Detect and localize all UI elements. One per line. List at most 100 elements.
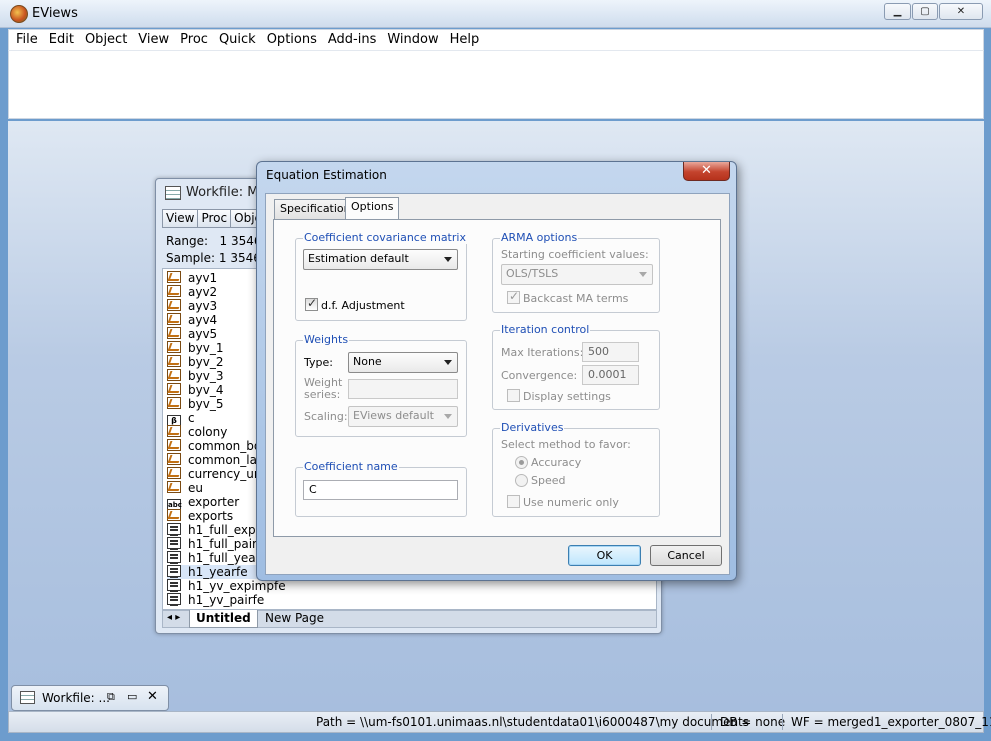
starting-values-select[interactable]: OLS/TSLS bbox=[501, 264, 653, 285]
series-icon bbox=[167, 481, 181, 493]
list-item[interactable]: h1_yv_expimpfe bbox=[167, 579, 467, 593]
weights-group: Weights Type: None Weight series: Scalin… bbox=[295, 333, 467, 437]
dialog-close-button[interactable]: ✕ bbox=[683, 162, 730, 181]
equation-icon bbox=[167, 551, 181, 564]
range-label: Range: bbox=[166, 234, 209, 248]
menu-edit[interactable]: Edit bbox=[45, 30, 78, 49]
series-icon bbox=[167, 397, 181, 409]
restore-button[interactable]: ⧉ bbox=[107, 690, 115, 704]
tab-scroll-arrows[interactable]: ◂ ▸ bbox=[167, 612, 180, 623]
menu-object[interactable]: Object bbox=[81, 30, 131, 49]
list-item-label: ayv4 bbox=[188, 313, 218, 327]
accuracy-label: Accuracy bbox=[531, 456, 582, 469]
accuracy-radio[interactable] bbox=[515, 456, 528, 469]
menu-window[interactable]: Window bbox=[383, 30, 442, 49]
list-item-label: colony bbox=[188, 425, 228, 439]
dialog-title: Equation Estimation bbox=[266, 168, 387, 182]
close-button[interactable]: ✕ bbox=[939, 3, 983, 20]
chevron-down-icon bbox=[444, 360, 452, 365]
command-window[interactable] bbox=[8, 50, 984, 119]
menu-file[interactable]: File bbox=[12, 30, 42, 49]
series-icon bbox=[167, 299, 181, 311]
menu-view[interactable]: View bbox=[134, 30, 173, 49]
list-item-label: exporter bbox=[188, 495, 240, 509]
workfile-icon bbox=[165, 186, 181, 200]
list-item-label: h1_full_year bbox=[188, 551, 261, 565]
menu-proc[interactable]: Proc bbox=[176, 30, 212, 49]
app-title-bar[interactable]: EViews ▁ ▢ ✕ bbox=[0, 0, 991, 28]
starting-values-label: Starting coefficient values: bbox=[501, 248, 649, 261]
series-icon bbox=[167, 467, 181, 479]
equation-icon bbox=[167, 565, 181, 578]
weights-type-select[interactable]: None bbox=[348, 352, 458, 373]
menu-options[interactable]: Options bbox=[263, 30, 321, 49]
equation-icon bbox=[167, 593, 181, 606]
covariance-method-select[interactable]: Estimation default bbox=[303, 249, 458, 270]
weight-series-input[interactable] bbox=[348, 379, 458, 399]
minimized-title: Workfile: ... bbox=[42, 691, 110, 705]
minimize-button[interactable]: ▁ bbox=[884, 3, 911, 20]
list-item[interactable]: h1_yearfe bbox=[167, 565, 257, 579]
max-iterations-input[interactable]: 500 bbox=[582, 342, 639, 362]
tab-new-page[interactable]: New Page bbox=[259, 611, 330, 627]
scaling-select[interactable]: EViews default bbox=[348, 406, 458, 427]
list-item-label: h1_yearfe bbox=[188, 565, 248, 579]
workfile-view-button[interactable]: View bbox=[162, 209, 199, 228]
list-item-label: eu bbox=[188, 481, 203, 495]
series-icon bbox=[167, 313, 181, 325]
list-item-label: c bbox=[188, 411, 195, 425]
sample-value[interactable]: 1 3546 bbox=[219, 251, 261, 265]
close-button[interactable]: ✕ bbox=[147, 689, 158, 704]
series-icon bbox=[167, 439, 181, 451]
cancel-button[interactable]: Cancel bbox=[650, 545, 722, 566]
menu-help[interactable]: Help bbox=[446, 30, 484, 49]
scaling-label: Scaling: bbox=[304, 410, 348, 423]
equation-icon bbox=[167, 523, 181, 536]
list-item-label: h1_full_pair bbox=[188, 537, 257, 551]
status-path: Path = \\um-fs0101.unimaas.nl\studentdat… bbox=[316, 715, 750, 729]
derivatives-select-label: Select method to favor: bbox=[501, 438, 631, 451]
numeric-only-label: Use numeric only bbox=[523, 496, 619, 509]
list-item-label: common_bo bbox=[188, 439, 262, 453]
display-settings-checkbox[interactable] bbox=[507, 389, 520, 402]
status-wf: WF = merged1_exporter_0807_1125 bbox=[791, 715, 991, 729]
display-settings-label: Display settings bbox=[523, 390, 611, 403]
iteration-control-group: Iteration control Max Iterations: 500 Co… bbox=[492, 323, 660, 410]
arma-options-group: ARMA options Starting coefficient values… bbox=[492, 231, 660, 313]
coef-name-legend: Coefficient name bbox=[303, 460, 399, 473]
app-title: EViews bbox=[32, 6, 78, 21]
list-item-label: ayv3 bbox=[188, 299, 218, 313]
menu-bar: File Edit Object View Proc Quick Options Add-in… bbox=[8, 29, 984, 50]
backcast-ma-checkbox[interactable] bbox=[507, 289, 520, 304]
series-icon bbox=[167, 355, 181, 367]
series-icon bbox=[167, 271, 181, 283]
eviews-logo-icon bbox=[10, 5, 28, 23]
menu-quick[interactable]: Quick bbox=[215, 30, 260, 49]
minimized-workfile-window[interactable]: Workfile: ... ⧉ ▭ ✕ bbox=[11, 685, 169, 711]
list-item-label: common_la bbox=[188, 453, 257, 467]
coef-name-input[interactable]: C bbox=[303, 480, 458, 500]
speed-radio[interactable] bbox=[515, 474, 528, 487]
list-item-label: h1_yv_expimpfe bbox=[188, 579, 286, 593]
coef-name-group: Coefficient name C bbox=[295, 460, 467, 517]
tab-untitled[interactable]: Untitled bbox=[189, 610, 258, 628]
status-bar: Path = \\um-fs0101.unimaas.nl\studentdat… bbox=[8, 711, 991, 733]
maximize-button[interactable]: ▢ bbox=[912, 3, 938, 20]
list-item-label: currency_un bbox=[188, 467, 262, 481]
numeric-only-checkbox[interactable] bbox=[507, 495, 520, 508]
tab-options[interactable]: Options bbox=[345, 197, 400, 219]
weights-legend: Weights bbox=[303, 333, 350, 346]
starting-values-value: OLS/TSLS bbox=[506, 267, 559, 280]
list-item[interactable]: h1_yv_pairfe bbox=[167, 593, 467, 607]
coef-covariance-legend: Coefficient covariance matrix bbox=[303, 231, 467, 244]
maximize-button[interactable]: ▭ bbox=[127, 690, 137, 703]
menu-add-ins[interactable]: Add-ins bbox=[324, 30, 380, 49]
convergence-input[interactable]: 0.0001 bbox=[582, 365, 639, 385]
coef-covariance-group: Coefficient covariance matrix Estimation… bbox=[295, 231, 467, 321]
ok-button[interactable]: OK bbox=[568, 545, 641, 566]
df-adjustment-checkbox[interactable] bbox=[305, 296, 318, 311]
workfile-proc-button[interactable]: Proc bbox=[197, 209, 232, 228]
options-tab-panel: Coefficient covariance matrix Estimation… bbox=[273, 219, 721, 537]
weights-type-value: None bbox=[353, 355, 382, 368]
series-icon bbox=[167, 453, 181, 465]
